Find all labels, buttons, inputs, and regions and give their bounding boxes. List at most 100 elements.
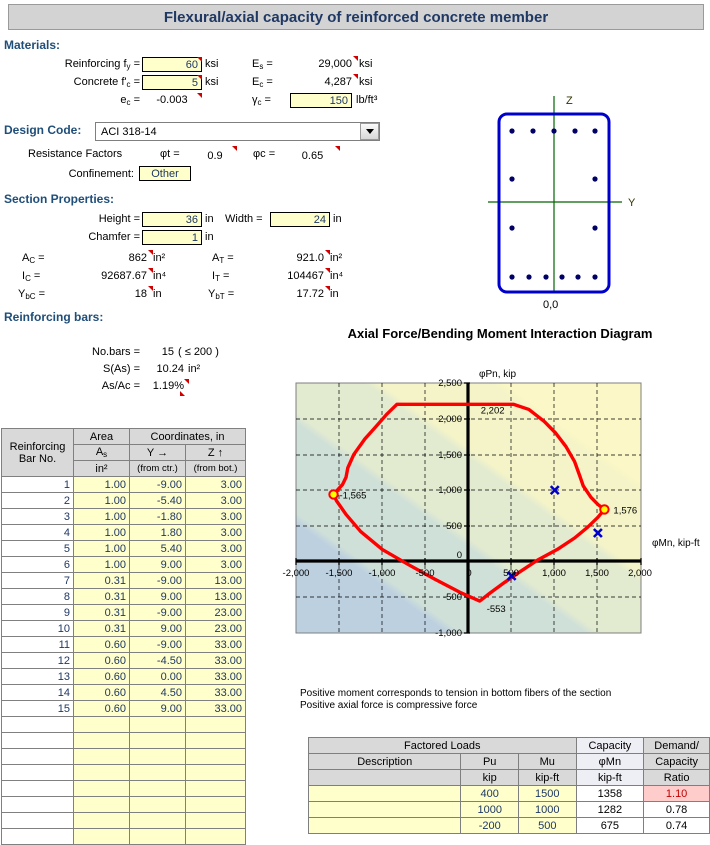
cell-mu[interactable]: 500 xyxy=(517,817,577,834)
cell-y[interactable]: 0.00 xyxy=(129,668,186,685)
cell-mu[interactable]: 1000 xyxy=(517,801,577,818)
cell-z[interactable]: 3.00 xyxy=(185,476,246,493)
cell-z[interactable] xyxy=(185,748,246,765)
cell-area[interactable]: 0.60 xyxy=(73,684,130,701)
cell-z[interactable] xyxy=(185,780,246,797)
cell-z[interactable] xyxy=(185,764,246,781)
cell-z[interactable] xyxy=(185,828,246,845)
cell-z[interactable]: 3.00 xyxy=(185,492,246,509)
cell-y[interactable]: 9.00 xyxy=(129,700,186,717)
cell-y[interactable]: -4.50 xyxy=(129,652,186,669)
cell-z[interactable]: 13.00 xyxy=(185,572,246,589)
cell-area[interactable]: 0.31 xyxy=(73,572,130,589)
cell-z[interactable]: 3.00 xyxy=(185,540,246,557)
cell-y[interactable] xyxy=(129,828,186,845)
cell-z[interactable]: 33.00 xyxy=(185,668,246,685)
design-code-dropdown[interactable]: ACI 318-14 xyxy=(95,122,380,141)
height-input[interactable]: 36 xyxy=(142,212,202,227)
header-phimn: φMn xyxy=(575,753,645,770)
cell-description[interactable] xyxy=(307,817,462,834)
cell-y[interactable] xyxy=(129,764,186,781)
page-title: Flexural/axial capacity of reinforced co… xyxy=(163,8,549,26)
cell-z[interactable]: 23.00 xyxy=(185,620,246,637)
cell-y[interactable] xyxy=(129,732,186,749)
chamfer-input[interactable]: 1 xyxy=(142,230,202,245)
cell-area[interactable] xyxy=(73,796,130,813)
fc-unit: ksi xyxy=(205,76,219,88)
chart-ytick-label: -500 xyxy=(443,592,462,603)
cell-area[interactable]: 1.00 xyxy=(73,476,130,493)
cell-area[interactable]: 0.31 xyxy=(73,620,130,637)
cell-z[interactable] xyxy=(185,812,246,829)
confinement-input[interactable]: Other xyxy=(139,166,191,181)
cell-area[interactable] xyxy=(73,764,130,781)
cell-pu[interactable]: 400 xyxy=(460,785,519,802)
cell-z[interactable]: 13.00 xyxy=(185,588,246,605)
chevron-down-icon[interactable] xyxy=(360,123,379,140)
cell-mu[interactable]: 1500 xyxy=(517,785,577,802)
cell-area[interactable]: 1.00 xyxy=(73,524,130,541)
cell-z[interactable]: 3.00 xyxy=(185,508,246,525)
fy-input[interactable]: 60 xyxy=(142,57,202,72)
cell-y[interactable] xyxy=(129,716,186,733)
cell-area[interactable]: 1.00 xyxy=(73,540,130,557)
ac-unit: in² xyxy=(153,252,166,264)
cell-z[interactable]: 23.00 xyxy=(185,604,246,621)
cell-y[interactable] xyxy=(129,780,186,797)
cell-ratio: 1.10 xyxy=(643,785,710,802)
cell-z[interactable]: 33.00 xyxy=(185,652,246,669)
cell-bar-no xyxy=(1,828,74,845)
cell-z[interactable]: 33.00 xyxy=(185,636,246,653)
cell-area[interactable]: 1.00 xyxy=(73,508,130,525)
cell-y[interactable]: -5.40 xyxy=(129,492,186,509)
cell-area[interactable] xyxy=(73,812,130,829)
cell-y[interactable]: -1.80 xyxy=(129,508,186,525)
cell-area[interactable] xyxy=(73,780,130,797)
phic-label: φc = xyxy=(253,148,276,160)
cell-bar-no: 4 xyxy=(1,524,74,541)
cell-y[interactable]: -9.00 xyxy=(129,604,186,621)
cell-pu[interactable]: -200 xyxy=(460,817,519,834)
cell-y[interactable] xyxy=(129,812,186,829)
cell-y[interactable]: 9.00 xyxy=(129,620,186,637)
cell-pu[interactable]: 1000 xyxy=(460,801,519,818)
cell-z[interactable]: 33.00 xyxy=(185,684,246,701)
cell-description[interactable] xyxy=(307,785,462,802)
cell-area[interactable] xyxy=(73,716,130,733)
cell-area[interactable]: 0.60 xyxy=(73,668,130,685)
cell-area[interactable]: 0.31 xyxy=(73,588,130,605)
cell-area[interactable]: 0.60 xyxy=(73,700,130,717)
height-label: Height = xyxy=(98,213,140,225)
width-input[interactable]: 24 xyxy=(270,212,330,227)
endpoint-marker-left xyxy=(328,489,339,500)
cell-z[interactable] xyxy=(185,796,246,813)
cell-z[interactable] xyxy=(185,716,246,733)
cell-z[interactable]: 3.00 xyxy=(185,556,246,573)
cell-y[interactable]: -9.00 xyxy=(129,476,186,493)
cell-bar-no xyxy=(1,764,74,781)
cell-z[interactable] xyxy=(185,732,246,749)
cell-y[interactable]: 9.00 xyxy=(129,556,186,573)
cell-z[interactable]: 3.00 xyxy=(185,524,246,541)
cell-y[interactable]: -9.00 xyxy=(129,636,186,653)
cell-z[interactable]: 33.00 xyxy=(185,700,246,717)
gamma-c-input[interactable]: 150 xyxy=(290,93,352,108)
cell-y[interactable] xyxy=(129,748,186,765)
cell-area[interactable]: 1.00 xyxy=(73,492,130,509)
cell-area[interactable] xyxy=(73,828,130,845)
cell-y[interactable]: 1.80 xyxy=(129,524,186,541)
cell-area[interactable]: 0.60 xyxy=(73,636,130,653)
chart-xtick-label: 1,000 xyxy=(542,568,566,579)
cell-y[interactable]: 4.50 xyxy=(129,684,186,701)
cell-area[interactable]: 0.60 xyxy=(73,652,130,669)
cell-y[interactable]: 9.00 xyxy=(129,588,186,605)
cell-area[interactable] xyxy=(73,732,130,749)
cell-area[interactable] xyxy=(73,748,130,765)
cell-y[interactable] xyxy=(129,796,186,813)
fc-input[interactable]: 5 xyxy=(142,75,202,90)
cell-y[interactable]: 5.40 xyxy=(129,540,186,557)
cell-description[interactable] xyxy=(307,801,462,818)
cell-area[interactable]: 0.31 xyxy=(73,604,130,621)
cell-area[interactable]: 1.00 xyxy=(73,556,130,573)
cell-y[interactable]: -9.00 xyxy=(129,572,186,589)
